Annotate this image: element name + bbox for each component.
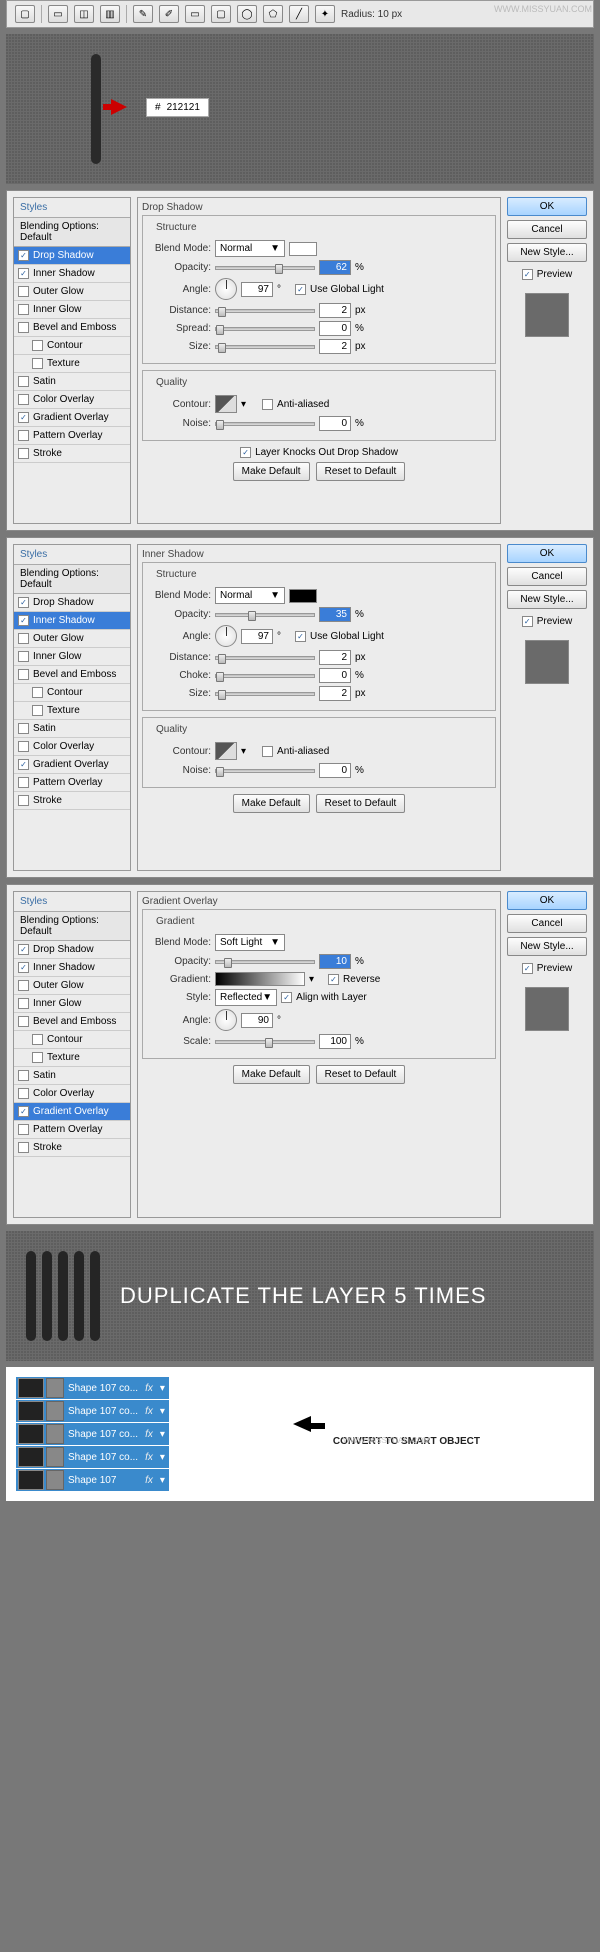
canvas-preview: # 212121 — [6, 34, 594, 184]
style-texture[interactable]: Texture — [14, 355, 130, 373]
reverse-check[interactable]: ✓ — [328, 974, 339, 985]
style-bevel[interactable]: Bevel and Emboss — [14, 319, 130, 337]
freeform-icon[interactable]: ✐ — [159, 5, 179, 23]
ellipse-icon[interactable]: ◯ — [237, 5, 257, 23]
make-default-button[interactable]: Make Default — [233, 462, 310, 481]
blending-options[interactable]: Blending Options: Default — [14, 218, 130, 247]
hex-input[interactable]: # 212121 — [146, 98, 209, 117]
watermark: WWW.MISSYUAN.COM — [494, 4, 592, 14]
bars-group — [26, 1251, 100, 1341]
convert-section: Shape 107 co...fx▾ Shape 107 co...fx▾ Sh… — [6, 1367, 594, 1501]
radius-label: Radius: 10 px — [341, 9, 402, 20]
distance-slider[interactable] — [215, 309, 315, 313]
layer-style-dialog-inner-shadow: Styles Blending Options: Default ✓Drop S… — [6, 537, 594, 878]
duplicate-text: DUPLICATE THE LAYER 5 TIMES — [120, 1283, 486, 1309]
polygon-icon[interactable]: ⬠ — [263, 5, 283, 23]
layer-row[interactable]: Shape 107 co...fx▾ — [16, 1400, 169, 1422]
color-swatch[interactable] — [289, 242, 317, 256]
style-outer-glow[interactable]: Outer Glow — [14, 283, 130, 301]
shape-layers-btn[interactable]: ▭ — [48, 5, 68, 23]
knockout-check[interactable]: ✓ — [240, 447, 251, 458]
custom-shape-icon[interactable]: ✦ — [315, 5, 335, 23]
section-title: Drop Shadow — [142, 202, 496, 213]
opacity-value[interactable]: 62 — [319, 260, 351, 275]
spread-slider[interactable] — [215, 327, 315, 331]
style-satin[interactable]: Satin — [14, 373, 130, 391]
style-drop-shadow[interactable]: ✓Drop Shadow — [14, 247, 130, 265]
reset-default-button[interactable]: Reset to Default — [316, 462, 406, 481]
contour-picker[interactable] — [215, 395, 237, 413]
hex-value: 212121 — [167, 102, 200, 113]
style-inner-glow[interactable]: Inner Glow — [14, 301, 130, 319]
fill-pixels-btn[interactable]: ▥ — [100, 5, 120, 23]
shape-fill-btn[interactable]: ▢ — [15, 5, 35, 23]
size-slider[interactable] — [215, 345, 315, 349]
rounded-rect-icon[interactable]: ▢ — [211, 5, 231, 23]
style-stroke[interactable]: Stroke — [14, 445, 130, 463]
cancel-button[interactable]: Cancel — [507, 220, 587, 239]
layer-row[interactable]: Shape 107fx▾ — [16, 1469, 169, 1491]
angle-dial[interactable] — [215, 278, 237, 300]
noise-slider[interactable] — [215, 422, 315, 426]
style-color-overlay[interactable]: Color Overlay — [14, 391, 130, 409]
shape-bar — [91, 54, 101, 164]
style-gradient-overlay[interactable]: ✓Gradient Overlay — [14, 409, 130, 427]
styles-header[interactable]: Styles — [14, 198, 130, 218]
style-pattern-overlay[interactable]: Pattern Overlay — [14, 427, 130, 445]
new-style-button[interactable]: New Style... — [507, 243, 587, 262]
arrow-left-icon — [293, 1416, 325, 1435]
layer-row[interactable]: Shape 107 co...fx▾ — [16, 1377, 169, 1399]
layer-style-dialog-gradient-overlay: Styles Blending Options: Default ✓Drop S… — [6, 884, 594, 1225]
layer-row[interactable]: Shape 107 co...fx▾ — [16, 1446, 169, 1468]
style-inner-shadow[interactable]: ✓Inner Shadow — [14, 265, 130, 283]
layers-panel: Shape 107 co...fx▾ Shape 107 co...fx▾ Sh… — [16, 1377, 169, 1491]
gradient-picker[interactable] — [215, 972, 305, 986]
line-icon[interactable]: ╱ — [289, 5, 309, 23]
angle-value[interactable]: 97 — [241, 282, 273, 297]
color-swatch[interactable] — [289, 589, 317, 603]
ok-button[interactable]: OK — [507, 197, 587, 216]
preview-swatch — [525, 293, 569, 337]
watermark-bottom: WWW.MISSYUAN.COM — [189, 1436, 584, 1445]
layer-style-dialog-drop-shadow: Styles Blending Options: Default ✓Drop S… — [6, 190, 594, 531]
drop-shadow-settings: Drop Shadow Structure Blend Mode:Normal▼… — [137, 197, 501, 524]
align-check[interactable]: ✓ — [281, 992, 292, 1003]
blend-mode-select[interactable]: Normal▼ — [215, 240, 285, 257]
anti-alias-check[interactable] — [262, 399, 273, 410]
arrow-icon — [111, 99, 127, 115]
style-contour[interactable]: Contour — [14, 337, 130, 355]
preview-check[interactable]: ✓ — [522, 269, 533, 280]
hash: # — [155, 102, 161, 113]
pen-icon[interactable]: ✎ — [133, 5, 153, 23]
layer-row[interactable]: Shape 107 co...fx▾ — [16, 1423, 169, 1445]
styles-panel: Styles Blending Options: Default ✓Drop S… — [13, 197, 131, 524]
global-light-check[interactable]: ✓ — [295, 284, 306, 295]
paths-btn[interactable]: ◫ — [74, 5, 94, 23]
opacity-slider[interactable] — [215, 266, 315, 270]
rect-icon[interactable]: ▭ — [185, 5, 205, 23]
duplicate-preview: DUPLICATE THE LAYER 5 TIMES — [6, 1231, 594, 1361]
